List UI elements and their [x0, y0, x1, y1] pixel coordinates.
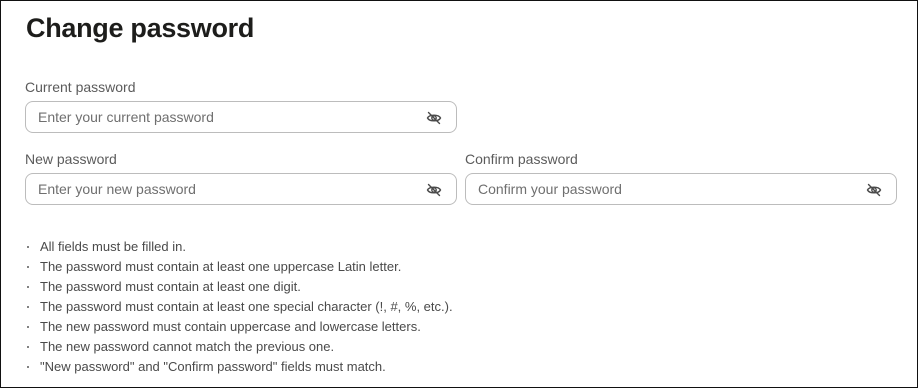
confirm-password-field: Confirm password	[465, 150, 897, 205]
change-password-panel: Change password Current password New pas…	[0, 0, 918, 388]
requirement-item: All fields must be filled in.	[26, 237, 453, 257]
requirement-item: The password must contain at least one d…	[26, 277, 453, 297]
requirement-item: The new password cannot match the previo…	[26, 337, 453, 357]
current-password-input-wrapper	[25, 101, 457, 133]
new-password-input-wrapper	[25, 173, 457, 205]
new-password-field: New password	[25, 150, 457, 205]
current-password-input[interactable]	[26, 102, 456, 132]
eye-off-icon[interactable]	[426, 182, 442, 198]
current-password-label: Current password	[25, 79, 136, 95]
current-password-field: Current password	[25, 78, 457, 133]
page-title: Change password	[26, 13, 255, 43]
confirm-password-input-wrapper	[465, 173, 897, 205]
password-requirements-list: All fields must be filled in. The passwo…	[26, 237, 453, 377]
confirm-password-input[interactable]	[466, 174, 896, 204]
requirement-item: The password must contain at least one u…	[26, 257, 453, 277]
new-password-label: New password	[25, 151, 117, 167]
eye-off-icon[interactable]	[426, 110, 442, 126]
requirement-item: The password must contain at least one s…	[26, 297, 453, 317]
requirement-item: The new password must contain uppercase …	[26, 317, 453, 337]
new-password-input[interactable]	[26, 174, 456, 204]
requirement-item: "New password" and "Confirm password" fi…	[26, 357, 453, 377]
confirm-password-label: Confirm password	[465, 151, 578, 167]
eye-off-icon[interactable]	[866, 182, 882, 198]
